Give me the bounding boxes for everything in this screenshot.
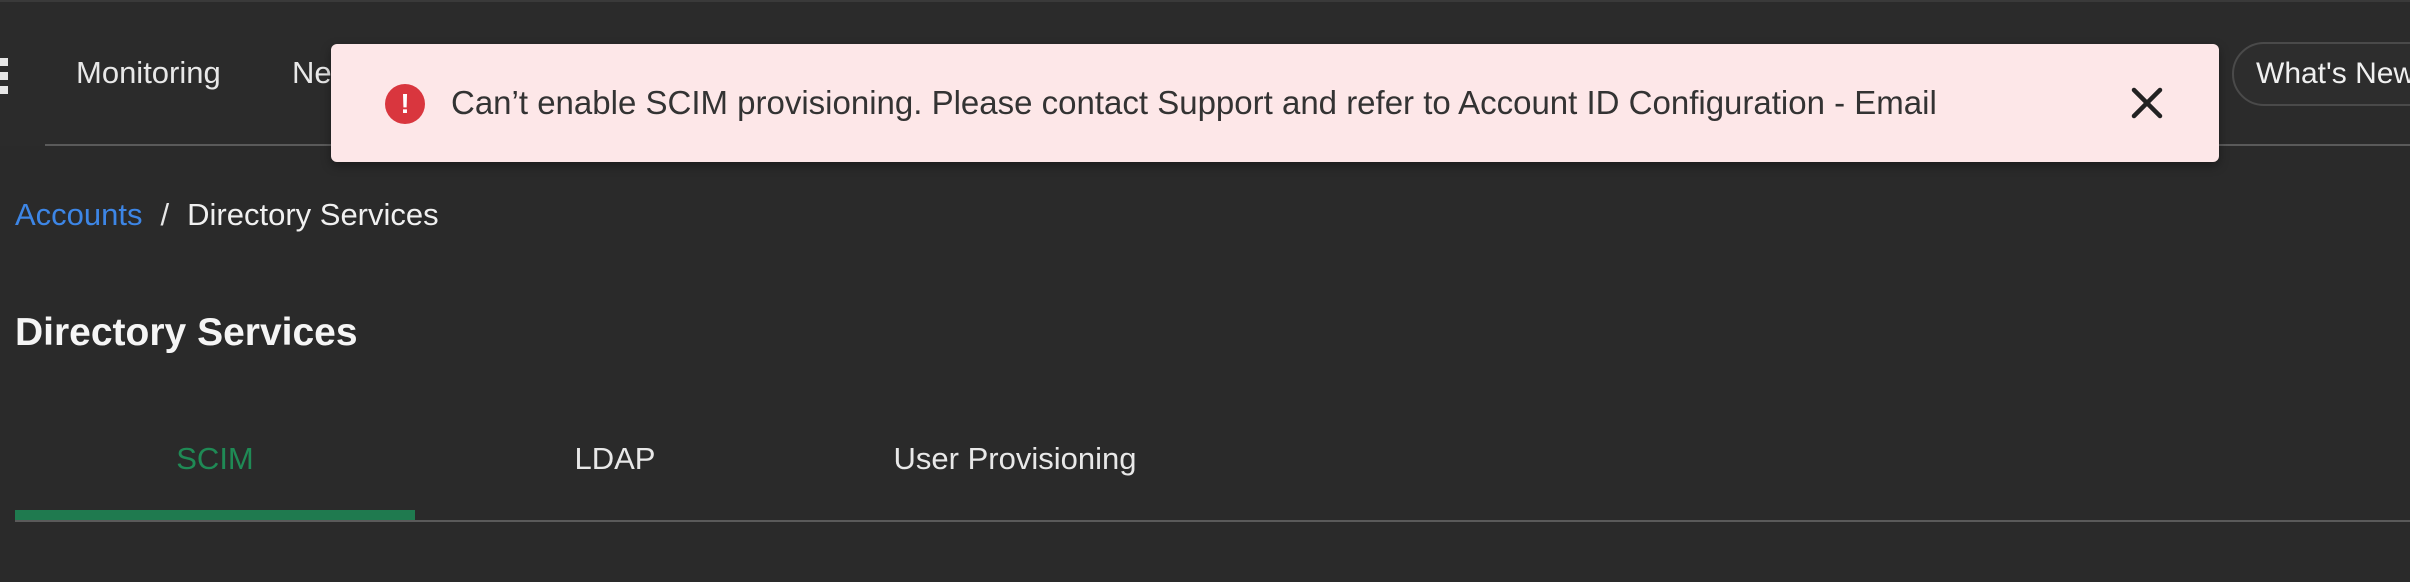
breadcrumb-link-accounts[interactable]: Accounts — [15, 197, 143, 232]
tab-user-provisioning[interactable]: User Provisioning — [815, 420, 1215, 518]
tabs-divider — [15, 520, 2410, 522]
tab-scim[interactable]: SCIM — [15, 420, 415, 518]
breadcrumb-current: Directory Services — [187, 197, 439, 232]
tab-ldap[interactable]: LDAP — [415, 420, 815, 518]
nav-item-monitoring[interactable]: Monitoring — [76, 54, 221, 92]
error-alert: ! Can’t enable SCIM provisioning. Please… — [331, 44, 2219, 162]
menu-icon[interactable] — [0, 58, 8, 94]
alert-message: Can’t enable SCIM provisioning. Please c… — [451, 84, 1937, 121]
page: Monitoring Ne What's New Accounts / Direct… — [0, 0, 2410, 582]
breadcrumb: Accounts / Directory Services — [15, 194, 439, 236]
breadcrumb-separator: / — [160, 197, 170, 232]
tab-bar: SCIM LDAP User Provisioning — [15, 420, 2410, 522]
nav-item-partial[interactable]: Ne — [292, 54, 332, 92]
active-tab-indicator — [15, 510, 415, 520]
close-icon[interactable] — [2126, 82, 2168, 124]
page-title: Directory Services — [15, 311, 358, 354]
whats-new-button[interactable]: What's New — [2232, 42, 2410, 106]
error-icon: ! — [385, 84, 425, 124]
